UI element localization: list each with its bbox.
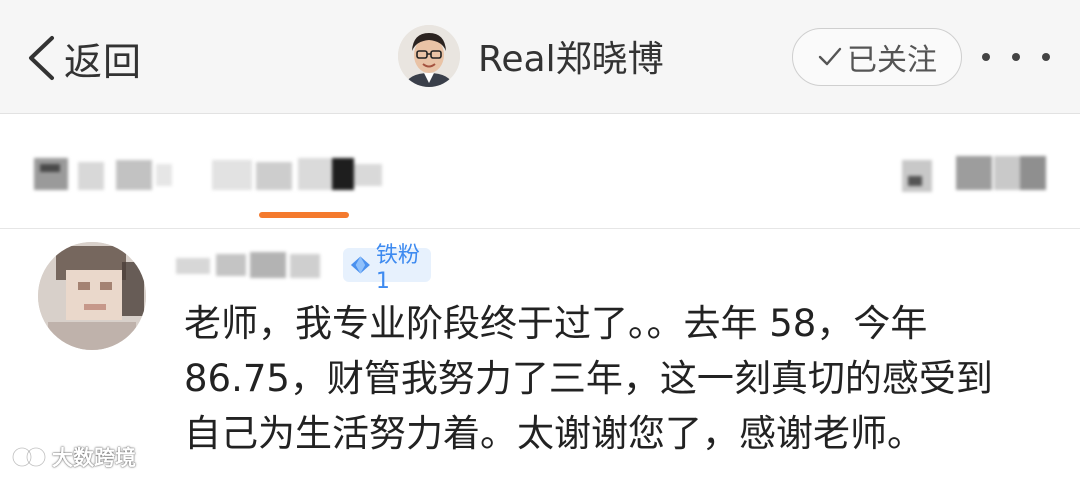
watermark: 大数跨境 (10, 442, 136, 472)
tab-blurred-2-active[interactable] (212, 154, 388, 194)
pixelated-username (176, 252, 320, 278)
comment-line: 自己为生活努力着。太谢谢您了，感谢老师。 (184, 412, 924, 455)
back-label: 返回 (64, 39, 143, 84)
chevron-left-icon (29, 36, 54, 80)
fan-level-badge: 铁粉1 (343, 243, 431, 294)
profile-avatar[interactable] (398, 25, 460, 87)
tab-blurred-1[interactable] (34, 154, 174, 194)
tab-blurred-3[interactable] (902, 150, 1046, 198)
commenter-avatar[interactable] (38, 242, 146, 350)
top-navigation-bar: 返回 Real郑晓博 已关注 (0, 0, 1080, 114)
comment-line: 86.75，财管我努力了三年，这一刻真切的感受到 (184, 357, 993, 400)
commenter-username-blurred[interactable] (176, 248, 336, 282)
watermark-logo-icon (11, 446, 47, 468)
more-dot (1042, 53, 1050, 61)
profile-name: Real郑晓博 (478, 39, 664, 80)
diamond-icon (350, 256, 370, 274)
fan-badge-label: 铁粉1 (375, 242, 420, 294)
watermark-text: 大数跨境 (52, 446, 136, 470)
more-dots-icon[interactable] (982, 40, 1050, 74)
following-button[interactable]: 已关注 (792, 28, 962, 86)
profile-header[interactable]: Real郑晓博 (398, 24, 664, 88)
tab-strip (0, 114, 1080, 229)
pixelated-tab-label (902, 156, 1046, 192)
back-button[interactable]: 返回 (26, 30, 142, 86)
comment-line: 老师，我专业阶段终于过了。。去年 58，今年 (184, 302, 928, 345)
pixelated-tab-label (212, 158, 382, 190)
checkmark-icon (818, 47, 842, 66)
comment-text: 老师，我专业阶段终于过了。。去年 58，今年 86.75，财管我努力了三年，这一… (184, 296, 1064, 461)
following-label: 已关注 (847, 43, 937, 78)
pixelated-tab-label (34, 158, 172, 190)
more-dot (982, 53, 990, 61)
more-dot (1012, 53, 1020, 61)
active-tab-indicator (259, 212, 349, 218)
